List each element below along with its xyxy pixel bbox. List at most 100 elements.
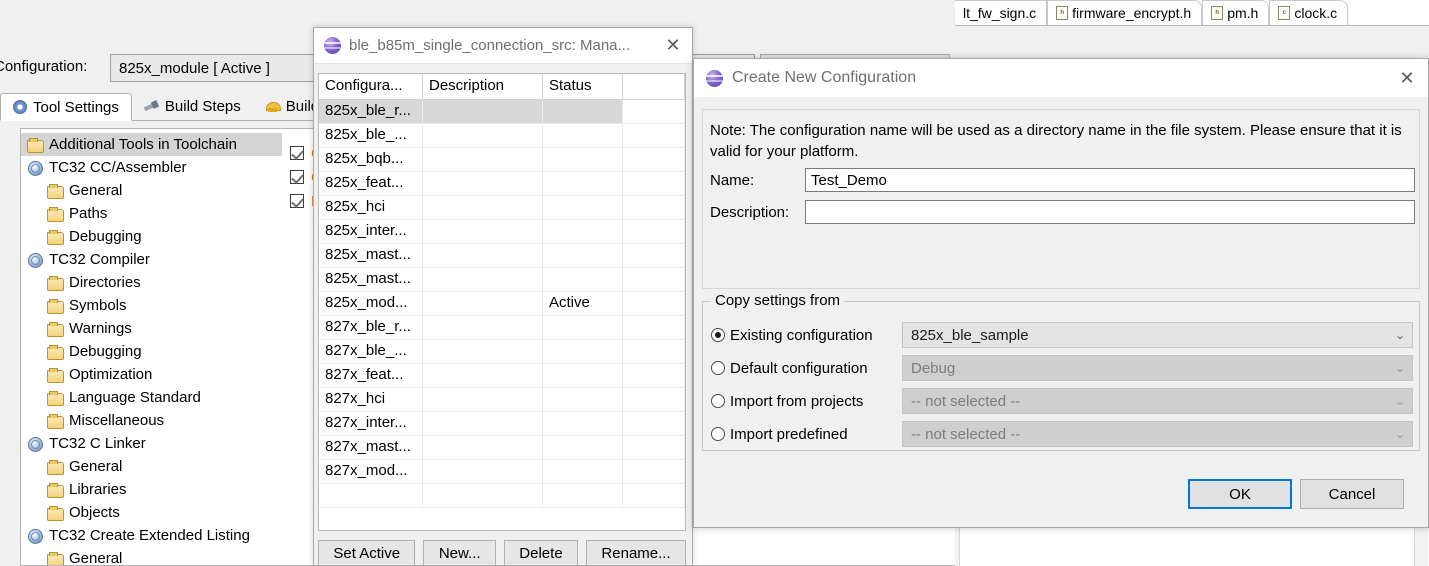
tree-item-objects[interactable]: Objects <box>21 501 320 524</box>
radio-icon[interactable] <box>711 427 725 441</box>
table-row[interactable]: 827x_ble_r... <box>319 316 685 340</box>
tree-item-tc32-create-extended-listing[interactable]: TC32 Create Extended Listing <box>21 524 320 547</box>
tree-item-asm-paths[interactable]: Paths <box>21 202 320 225</box>
table-row[interactable]: 825x_ble_... <box>319 124 685 148</box>
folder-icon <box>47 368 63 382</box>
table-row[interactable]: 825x_mast... <box>319 244 685 268</box>
combo-value: 825x_ble_sample <box>911 327 1029 344</box>
cell-configuration: 825x_mast... <box>319 244 423 267</box>
cell-description <box>423 484 543 507</box>
cell-spacer <box>623 268 685 291</box>
radio-icon[interactable] <box>711 328 725 342</box>
set-active-button[interactable]: Set Active <box>318 540 415 566</box>
tree-item-label: Language Standard <box>69 389 201 406</box>
tree-item-asm-general[interactable]: General <box>21 179 320 202</box>
cell-configuration: 825x_mast... <box>319 268 423 291</box>
column-header-description[interactable]: Description <box>423 74 543 99</box>
checkbox-icon[interactable] <box>290 170 304 184</box>
tree-item-miscellaneous[interactable]: Miscellaneous <box>21 409 320 432</box>
button-label: Rename... <box>601 545 670 562</box>
name-field[interactable]: Test_Demo <box>805 168 1415 192</box>
checkbox-icon[interactable] <box>290 146 304 160</box>
tree-item-asm-debugging[interactable]: Debugging <box>21 225 320 248</box>
editor-tab-firmware-encrypt-h[interactable]: firmware_encrypt.h <box>1047 0 1202 25</box>
tree-item-linker-general[interactable]: General <box>21 455 320 478</box>
tree-item-symbols[interactable]: Symbols <box>21 294 320 317</box>
tree-item-tc32-cc-assembler[interactable]: TC32 CC/Assembler <box>21 156 320 179</box>
tree-item-label: Symbols <box>69 297 127 314</box>
import-predefined-combo: -- not selected -- ⌄ <box>902 421 1413 447</box>
tree-item-optimization[interactable]: Optimization <box>21 363 320 386</box>
tree-item-libraries[interactable]: Libraries <box>21 478 320 501</box>
cell-description <box>423 388 543 411</box>
tree-item-warnings[interactable]: Warnings <box>21 317 320 340</box>
radio-icon[interactable] <box>711 361 725 375</box>
tree-item-directories[interactable]: Directories <box>21 271 320 294</box>
tab-label: Tool Settings <box>33 99 119 116</box>
cell-status <box>543 196 623 219</box>
cell-status <box>543 484 623 507</box>
tree-item-label: General <box>69 182 122 199</box>
table-row[interactable]: 827x_mod... <box>319 460 685 484</box>
tree-item-compiler-debugging[interactable]: Debugging <box>21 340 320 363</box>
option-import-predefined[interactable]: Import predefined -- not selected -- ⌄ <box>711 421 1413 447</box>
editor-tab-lt-fw-sign-c[interactable]: lt_fw_sign.c <box>955 0 1047 25</box>
close-icon[interactable]: ✕ <box>1394 65 1420 91</box>
configuration-combo-value: 825x_module [ Active ] <box>119 60 270 77</box>
ok-button[interactable]: OK <box>1188 479 1292 509</box>
tab-label: pm.h <box>1227 5 1258 21</box>
table-row[interactable]: 825x_hci <box>319 196 685 220</box>
tab-tool-settings[interactable]: Tool Settings <box>0 93 132 121</box>
table-row[interactable]: 827x_hci <box>319 388 685 412</box>
folder-icon <box>47 345 63 359</box>
table-row[interactable]: 825x_mod...Active <box>319 292 685 316</box>
delete-button[interactable]: Delete <box>504 540 578 566</box>
column-header-spacer <box>623 74 685 99</box>
cell-status: Active <box>543 292 623 315</box>
cancel-button[interactable]: Cancel <box>1300 479 1404 509</box>
tree-item-label: Optimization <box>69 366 152 383</box>
tree-item-label: TC32 CC/Assembler <box>49 159 187 176</box>
rename-button[interactable]: Rename... <box>586 540 686 566</box>
cell-status <box>543 268 623 291</box>
table-row[interactable]: 825x_inter... <box>319 220 685 244</box>
column-header-configuration[interactable]: Configura... <box>319 74 423 99</box>
tree-item-language-standard[interactable]: Language Standard <box>21 386 320 409</box>
tree-item-tc32-c-linker[interactable]: TC32 C Linker <box>21 432 320 455</box>
tab-label: clock.c <box>1294 5 1337 21</box>
cell-configuration: 827x_hci <box>319 388 423 411</box>
option-import-from-projects[interactable]: Import from projects -- not selected -- … <box>711 388 1413 414</box>
new-button[interactable]: New... <box>423 540 495 566</box>
combo-value: Debug <box>911 360 955 377</box>
table-row[interactable]: 827x_inter... <box>319 412 685 436</box>
configurations-table[interactable]: Configura... Description Status 825x_ble… <box>318 73 686 531</box>
tool-settings-tree[interactable]: Additional Tools in Toolchain TC32 CC/As… <box>20 128 320 566</box>
cell-configuration: 827x_ble_... <box>319 340 423 363</box>
existing-configuration-combo[interactable]: 825x_ble_sample ⌄ <box>902 322 1413 348</box>
checkbox-icon[interactable] <box>290 194 304 208</box>
table-row[interactable]: 825x_feat... <box>319 172 685 196</box>
cell-description <box>423 412 543 435</box>
table-row[interactable]: 825x_mast... <box>319 268 685 292</box>
cell-description <box>423 244 543 267</box>
tree-item-tc32-compiler[interactable]: TC32 Compiler <box>21 248 320 271</box>
table-row[interactable]: 825x_bqb... <box>319 148 685 172</box>
tree-item-listing-general[interactable]: General <box>21 547 320 566</box>
description-field-row: Description: <box>710 200 1415 224</box>
tree-item-additional-tools[interactable]: Additional Tools in Toolchain <box>21 133 320 156</box>
close-icon[interactable]: ✕ <box>660 33 686 59</box>
create-dialog-body: Note: The configuration name will be use… <box>702 109 1420 289</box>
editor-tab-pm-h[interactable]: pm.h <box>1202 0 1269 25</box>
tab-build-steps[interactable]: Build Steps <box>132 92 253 120</box>
table-row[interactable]: 827x_mast... <box>319 436 685 460</box>
column-header-status[interactable]: Status <box>543 74 623 99</box>
cell-spacer <box>623 100 685 123</box>
table-row[interactable]: 827x_feat... <box>319 364 685 388</box>
option-existing-configuration[interactable]: Existing configuration 825x_ble_sample ⌄ <box>711 322 1413 348</box>
table-row[interactable]: 825x_ble_r... <box>319 100 685 124</box>
table-row[interactable]: 827x_ble_... <box>319 340 685 364</box>
editor-tab-clock-c[interactable]: clock.c <box>1269 0 1348 25</box>
description-field[interactable] <box>805 200 1415 224</box>
option-default-configuration[interactable]: Default configuration Debug ⌄ <box>711 355 1413 381</box>
radio-icon[interactable] <box>711 394 725 408</box>
